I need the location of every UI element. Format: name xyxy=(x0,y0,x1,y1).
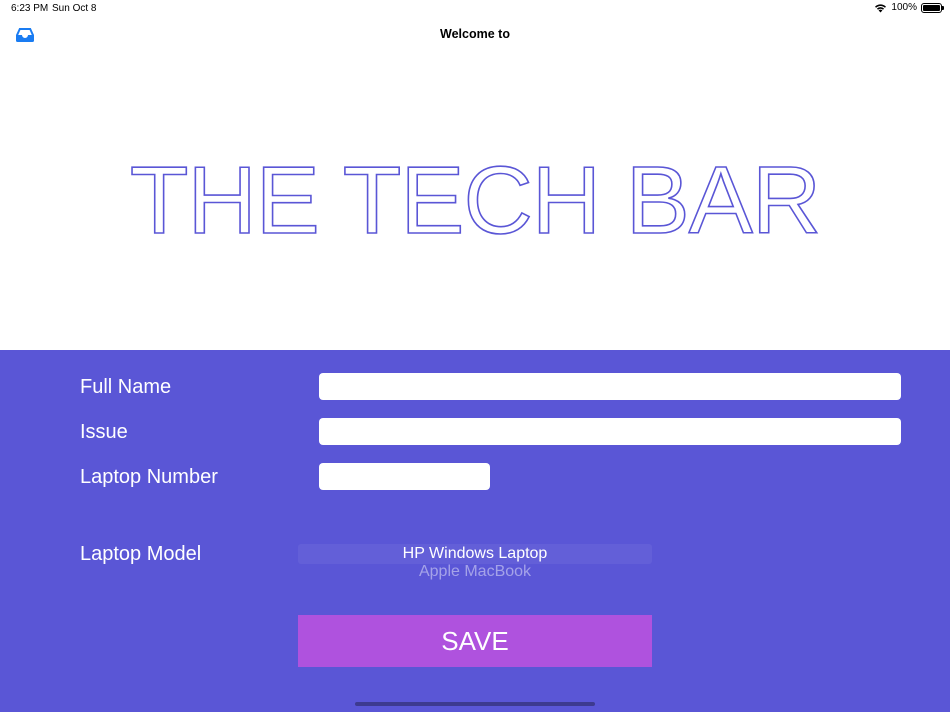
issue-label: Issue xyxy=(80,421,128,443)
app-title: THE TECH BAR xyxy=(129,146,822,255)
laptop-number-input[interactable] xyxy=(319,463,490,490)
battery-percentage: 100% xyxy=(891,2,917,13)
full-name-label: Full Name xyxy=(80,376,172,398)
battery-icon xyxy=(921,2,944,13)
full-name-input[interactable] xyxy=(319,373,901,400)
picker-option-next[interactable]: Apple MacBook xyxy=(298,562,652,582)
laptop-model-picker[interactable]: HP Windows Laptop Apple MacBook xyxy=(298,544,652,584)
picker-option-selected[interactable]: HP Windows Laptop xyxy=(298,544,652,564)
nav-title: Welcome to xyxy=(440,27,510,41)
laptop-number-label: Laptop Number xyxy=(80,466,218,488)
app-screen: 6:23 PM Sun Oct 8 100% Welcome to THE TE… xyxy=(0,0,950,712)
wifi-icon xyxy=(875,3,887,12)
battery-fill xyxy=(923,4,940,11)
laptop-model-label: Laptop Model xyxy=(80,543,202,565)
status-time: 6:23 PM xyxy=(11,3,49,14)
home-indicator[interactable] xyxy=(355,702,595,706)
status-indicators: 100% xyxy=(874,2,944,13)
save-button[interactable]: SAVE xyxy=(298,615,652,667)
checkin-form: Full Name Issue Laptop Number Laptop Mod… xyxy=(0,350,950,712)
status-bar: 6:23 PM Sun Oct 8 100% xyxy=(0,0,950,18)
status-date: Sun Oct 8 xyxy=(52,3,97,14)
issue-input[interactable] xyxy=(319,418,901,445)
